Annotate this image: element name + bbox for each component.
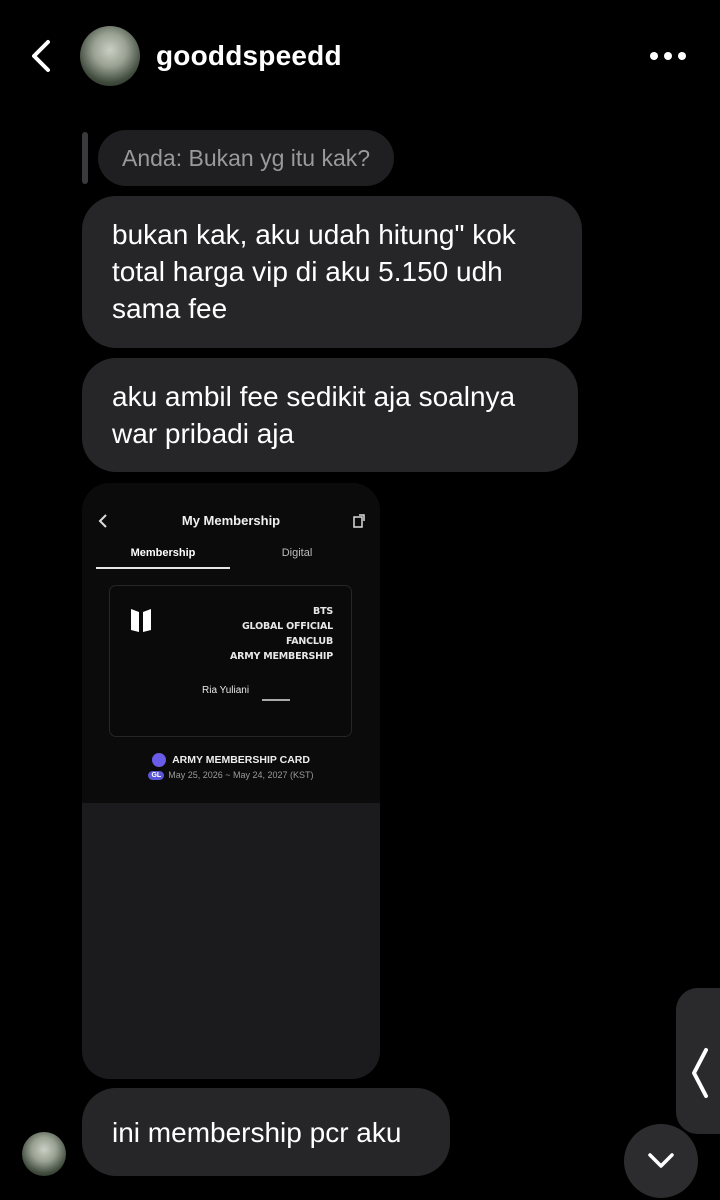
card-line: ARMY MEMBERSHIP [229, 651, 333, 662]
membership-card: BTS GLOBAL OFFICIAL FANCLUB ARMY MEMBERS… [109, 585, 352, 737]
message-bubble[interactable]: ini membership pcr aku [82, 1088, 450, 1176]
membership-card-label-row: ARMY MEMBERSHIP CARD [82, 753, 380, 767]
image-page-title: My Membership [181, 513, 281, 528]
message-text: bukan kak, aku udah hitung" kok total ha… [112, 219, 516, 324]
card-line: BTS [313, 606, 333, 617]
side-chevron-left-icon[interactable] [688, 1046, 712, 1100]
card-title-lines: BTS GLOBAL OFFICIAL FANCLUB ARMY MEMBERS… [230, 604, 333, 664]
message-bubble[interactable]: bukan kak, aku udah hitung" kok total ha… [82, 196, 582, 348]
bts-logo-icon [131, 609, 151, 632]
sender-avatar[interactable] [22, 1132, 66, 1176]
reply-indicator-bar [82, 132, 88, 184]
image-tab-underline [96, 567, 230, 569]
image-tab-membership: Membership [130, 547, 196, 559]
contact-avatar[interactable] [80, 26, 140, 86]
card-line: GLOBAL OFFICIAL [241, 621, 333, 632]
gl-badge: GL [148, 770, 165, 780]
card-line: FANCLUB [286, 636, 333, 647]
card-holder-name: Ria Yuliani [202, 685, 250, 696]
image-tab-digital: Digital [281, 547, 313, 559]
message-text: ini membership pcr aku [112, 1116, 402, 1148]
membership-date-row: GL May 25, 2026 ~ May 24, 2027 (KST) [82, 770, 380, 780]
reply-preview[interactable]: Anda: Bukan yg itu kak? [98, 130, 395, 186]
membership-screen: My Membership Membership Digital BTS GLO… [82, 483, 380, 803]
more-options-icon[interactable] [648, 44, 688, 68]
message-bubble[interactable]: aku ambil fee sedikit aja soalnya war pr… [82, 358, 578, 472]
membership-date-range: May 25, 2026 ~ May 24, 2027 (KST) [168, 770, 314, 780]
scroll-to-bottom-button[interactable] [624, 1124, 698, 1198]
message-text: aku ambil fee sedikit aja soalnya war pr… [112, 381, 516, 449]
image-card-flip-icon [353, 514, 365, 528]
contact-username[interactable]: gooddspeedd [156, 40, 342, 72]
chat-header: gooddspeedd [0, 0, 720, 110]
back-chevron-icon[interactable] [22, 36, 62, 76]
shared-screenshot-image[interactable]: My Membership Membership Digital BTS GLO… [82, 483, 380, 1079]
card-signature-line [262, 699, 290, 701]
membership-card-label: ARMY MEMBERSHIP CARD [172, 754, 310, 766]
verified-shield-icon [152, 753, 167, 767]
reply-preview-text: Anda: Bukan yg itu kak? [122, 144, 371, 171]
chevron-down-icon [648, 1153, 674, 1168]
